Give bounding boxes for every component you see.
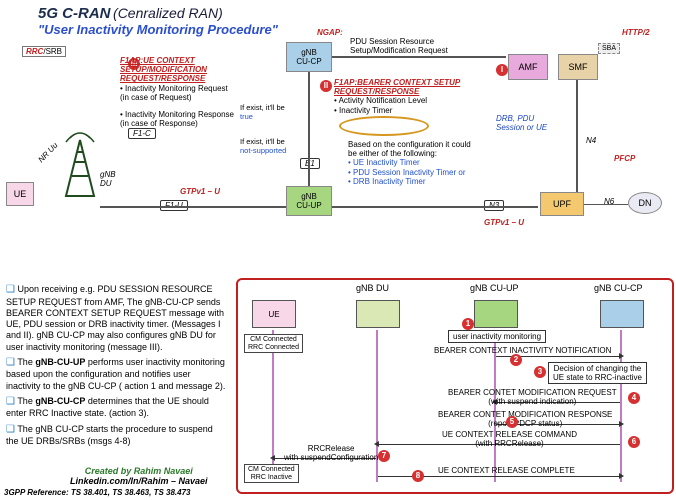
iface-nruu: NR Uu (36, 141, 59, 165)
rrc-srb-box: RRC/SRB (22, 46, 66, 57)
seq-msg-1-box: user inactivity monitoring (448, 330, 546, 343)
seq-actor-cuup-cap: gNB CU-UP (470, 283, 519, 293)
f1ap-hint1: If exist, it'll betrue (240, 104, 285, 121)
step-II: II (320, 80, 332, 92)
seq-actor-du (356, 300, 400, 328)
node-gnb-cucp: gNB CU-CP (286, 42, 332, 72)
description-bullets: ❑ Upon receiving e.g. PDU SESSION RESOUR… (6, 280, 226, 451)
link-cucp-cuup (308, 72, 310, 186)
gtpv1u-top: GTPv1 – U (180, 187, 220, 196)
seq-actor-du-cap: gNB DU (356, 283, 389, 293)
title-main: 5G C-RAN (38, 5, 111, 22)
seq-num-6: 6 (628, 436, 640, 448)
subtitle: "User Inactivity Monitoring Procedure" (38, 22, 278, 37)
iface-n4: N4 (586, 136, 596, 145)
sba-label: SBA (598, 43, 620, 54)
title-paren: (Cenralized RAN) (113, 5, 223, 21)
seq-msg-3-box: Decision of changing the UE state to RRC… (548, 362, 647, 384)
node-ue-label: UE (14, 189, 27, 199)
seq-num-3: 3 (534, 366, 546, 378)
note-cm-connected: CM Connected RRC Connected (244, 334, 303, 353)
link-smf-upf (576, 80, 578, 192)
link-upf-dn (584, 204, 628, 205)
e1ap-block: F1AP:BEARER CONTEXT SETUP REQUEST/RESPON… (334, 78, 499, 115)
seq-msg-2: BEARER CONTEXT INACTIVITY NOTIFICATION (434, 346, 611, 355)
http2-label: HTTP/2 (622, 28, 650, 37)
inactivity-timer-highlight (339, 116, 429, 136)
step-I: I (496, 64, 508, 76)
sequence-panel: UE gNB DU gNB CU-UP gNB CU-CP CM Connect… (236, 278, 674, 494)
seq-num-4: 4 (628, 392, 640, 404)
reference-3gpp: 3GPP Reference: TS 38.401, TS 38.463, TS… (4, 488, 190, 497)
iface-f1c: F1-C (128, 128, 156, 139)
author-block: Created by Rahim Navaei Linkedin.com/In/… (70, 466, 208, 486)
f1ap-title: F1AP:UE CONTEXT SETUP/MODIFICATION REQUE… (120, 56, 207, 84)
e1ap-title: F1AP:BEARER CONTEXT SETUP REQUEST/RESPON… (334, 78, 499, 96)
node-dn: DN (628, 192, 662, 214)
seq-msg-5: BEARER CONTET MODIFICATION RESPONSE (rep… (438, 410, 612, 428)
title-area: 5G C-RAN (Cenralized RAN) "User Inactivi… (38, 5, 278, 37)
node-upf: UPF (540, 192, 584, 216)
note-cm-inactive: CM Connected RRC Inactive (244, 464, 299, 483)
tower-icon (60, 130, 100, 200)
e1ap-cfg: Based on the configuration it could be e… (348, 140, 523, 186)
srb-label: /SRB (43, 47, 62, 56)
seq-num-2: 2 (510, 354, 522, 366)
ngap-label: NGAP: (317, 28, 343, 37)
seq-actor-cucp-cap: gNB CU-CP (594, 283, 643, 293)
node-gnb-cuup: gNB CU-UP (286, 186, 332, 216)
node-gnb-du-label-ext: gNB DU (100, 170, 116, 188)
gtpv1u-bot: GTPv1 – U (484, 218, 524, 227)
rrc-label: RRC (26, 47, 43, 56)
seq-actor-cucp (600, 300, 644, 328)
seq-actor-ue: UE (252, 300, 296, 328)
link-du-cuup (100, 206, 286, 208)
ngap-msg: PDU Session Resource Setup/Modification … (350, 37, 490, 55)
seq-msg-8: UE CONTEXT RELEASE COMPLETE (438, 466, 575, 475)
e1ap-hint: DRB, PDU Session or UE (496, 114, 547, 132)
seq-msg-4: BEARER CONTET MODIFICATION REQUEST (with… (448, 388, 617, 406)
ngap-msg-text: PDU Session Resource Setup/Modification … (350, 37, 448, 55)
seq-num-5: 5 (506, 416, 518, 428)
seq-msg-7: RRCRelease with suspendConfiguration (284, 444, 378, 462)
link-cuup-upf (332, 206, 538, 208)
f1ap-hint2: If exist, it'll benot-supported (240, 138, 286, 155)
node-ue: UE (6, 182, 34, 206)
seq-num-1: 1 (462, 318, 474, 330)
seq-num-8: 8 (412, 470, 424, 482)
pfcp-label: PFCP (614, 154, 635, 163)
seq-msg-6: UE CONTEXT RELEASE COMMAND (with RRCRele… (442, 430, 577, 448)
node-smf: SMF (558, 54, 598, 80)
seq-num-7: 7 (378, 450, 390, 462)
seq-actor-cuup (474, 300, 518, 328)
node-amf: AMF (508, 54, 548, 80)
link-cucp-amf (332, 56, 506, 58)
